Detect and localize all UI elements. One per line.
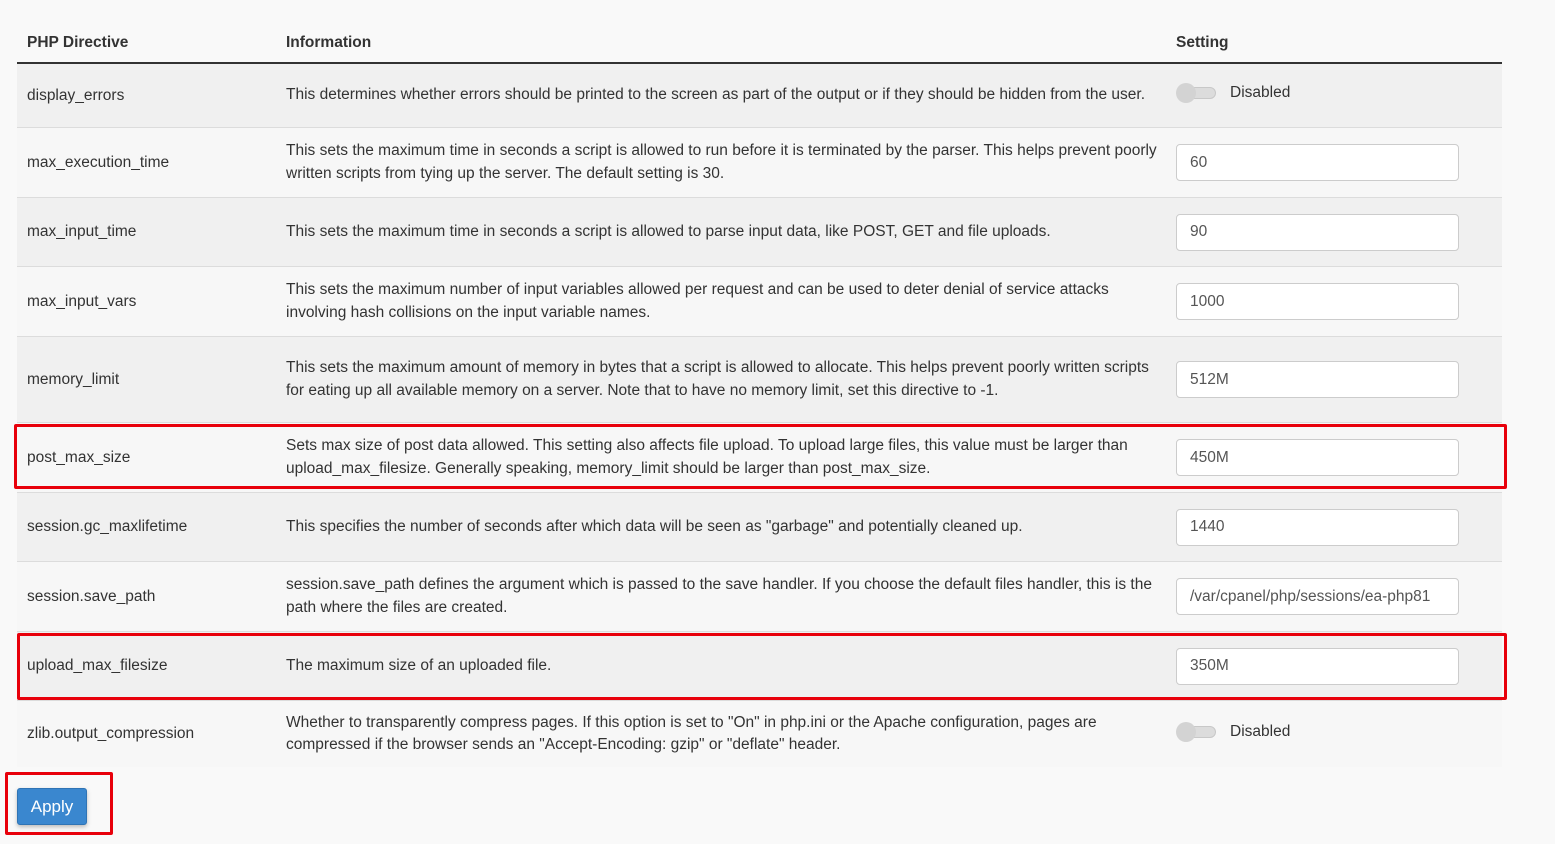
table-row-max-execution-time: max_execution_time This sets the maximum… — [17, 128, 1502, 198]
directive-info: This specifies the number of seconds aft… — [286, 517, 1023, 535]
apply-button[interactable]: Apply — [17, 788, 87, 825]
header-information: Information — [286, 34, 372, 51]
header-setting: Setting — [1176, 34, 1229, 51]
table-row-post-max-size: post_max_size Sets max size of post data… — [17, 423, 1502, 493]
max-execution-time-input[interactable] — [1176, 144, 1459, 181]
directive-info: The maximum size of an uploaded file. — [286, 656, 552, 674]
directive-info: This sets the maximum time in seconds a … — [286, 222, 1051, 240]
table-row-session-gc-maxlifetime: session.gc_maxlifetime This specifies th… — [17, 493, 1502, 562]
toggle-switch[interactable] — [1176, 721, 1216, 742]
table-row-memory-limit: memory_limit This sets the maximum amoun… — [17, 337, 1502, 423]
directive-name: post_max_size — [27, 448, 131, 466]
directive-name: zlib.output_compression — [27, 725, 195, 742]
table-row-display-errors: display_errors This determines whether e… — [17, 64, 1502, 128]
table-row-max-input-time: max_input_time This sets the maximum tim… — [17, 198, 1502, 267]
upload-max-filesize-input[interactable] — [1176, 647, 1459, 685]
zlib-output-compression-toggle[interactable]: Disabled — [1176, 721, 1291, 742]
table-header: PHP Directive Information Setting — [17, 24, 1502, 64]
toggle-label: Disabled — [1230, 84, 1291, 101]
session-save-path-input[interactable] — [1176, 578, 1459, 615]
directive-name: max_input_time — [27, 223, 137, 240]
header-directive: PHP Directive — [27, 34, 129, 51]
toggle-switch[interactable] — [1176, 83, 1216, 103]
post-max-size-input[interactable] — [1176, 439, 1459, 476]
directive-name: session.gc_maxlifetime — [27, 518, 188, 535]
directive-info: This sets the maximum time in seconds a … — [286, 142, 1157, 182]
directive-name: memory_limit — [27, 370, 120, 388]
table-row-upload-max-filesize: upload_max_filesize The maximum size of … — [17, 632, 1502, 701]
directive-name: max_execution_time — [27, 153, 170, 171]
directive-info: This sets the maximum number of input va… — [286, 281, 1109, 321]
directive-info: session.save_path defines the argument w… — [286, 576, 1152, 616]
table-row-zlib-output-compression: zlib.output_compression Whether to trans… — [17, 701, 1502, 767]
directive-name: display_errors — [27, 86, 125, 104]
directive-name: max_input_vars — [27, 292, 137, 310]
session-gc-maxlifetime-input[interactable] — [1176, 508, 1459, 546]
display-errors-toggle[interactable]: Disabled — [1176, 83, 1290, 103]
php-directives-table: PHP Directive Information Setting displa… — [17, 24, 1502, 767]
directive-name: upload_max_filesize — [27, 657, 168, 674]
directive-info: This sets the maximum amount of memory i… — [286, 359, 1149, 399]
memory-limit-input[interactable] — [1176, 361, 1459, 398]
table-row-max-input-vars: max_input_vars This sets the maximum num… — [17, 267, 1502, 337]
directive-info: This determines whether errors should be… — [286, 86, 1146, 104]
directive-name: session.save_path — [27, 587, 156, 605]
directive-info: Sets max size of post data allowed. This… — [286, 437, 1128, 477]
directive-info: Whether to transparently compress pages.… — [286, 713, 1097, 754]
toggle-label: Disabled — [1230, 722, 1291, 740]
table-row-session-save-path: session.save_path session.save_path defi… — [17, 562, 1502, 632]
max-input-vars-input[interactable] — [1176, 283, 1459, 320]
max-input-time-input[interactable] — [1176, 213, 1459, 251]
